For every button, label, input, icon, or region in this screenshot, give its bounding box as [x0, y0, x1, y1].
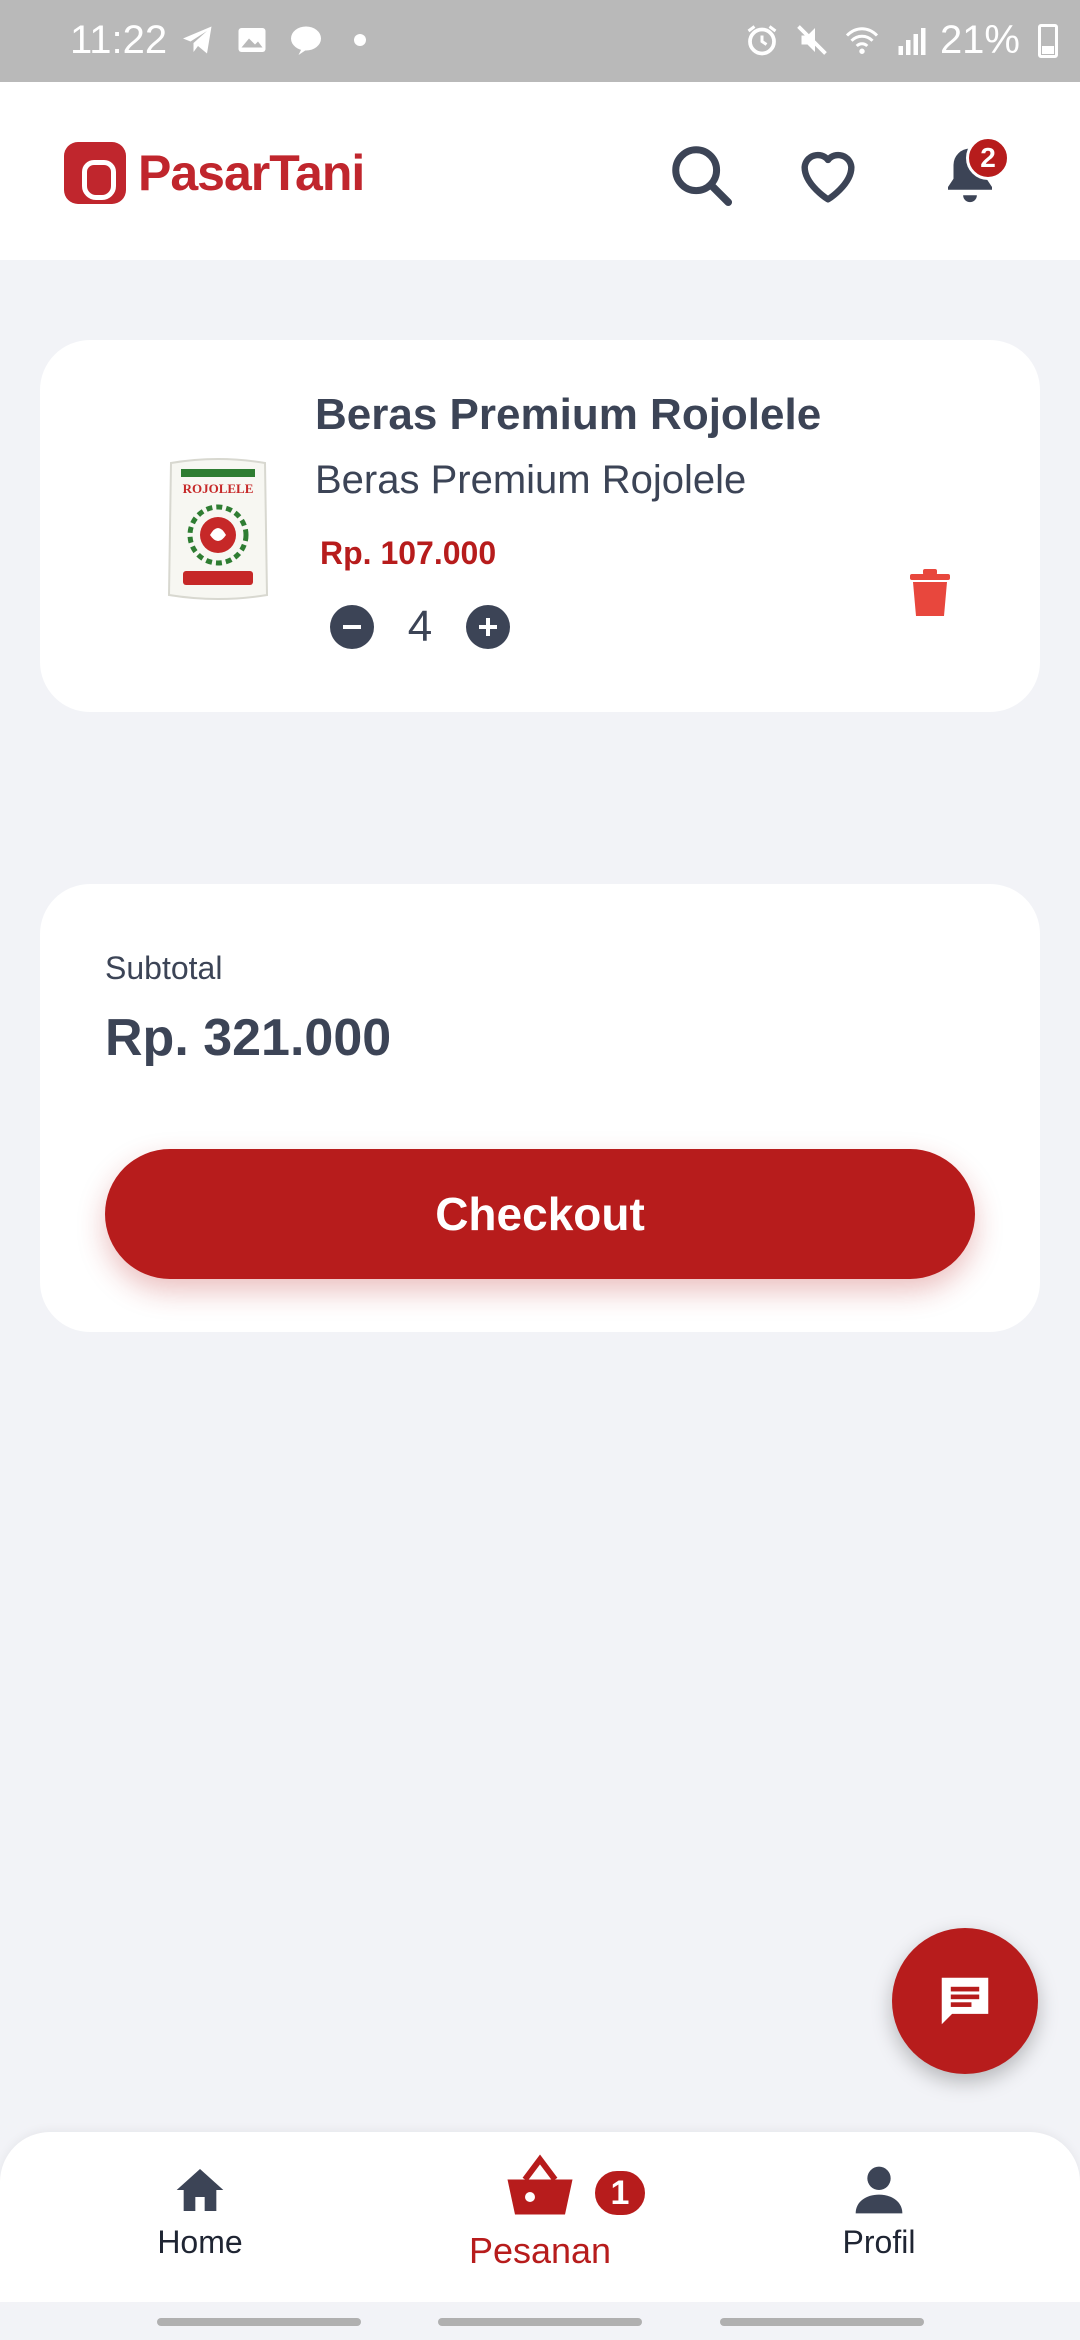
- nav-home-label: Home: [157, 2224, 243, 2260]
- status-left-icons: [180, 22, 378, 58]
- checkout-button[interactable]: Checkout: [105, 1149, 975, 1279]
- nav-home[interactable]: Home: [100, 2162, 300, 2261]
- cart-item-card: ROJOLELE Beras Premium Rojolele Beras Pr…: [40, 340, 1040, 712]
- nav-profil[interactable]: Profil: [779, 2162, 979, 2261]
- signal-icon: [898, 28, 926, 55]
- brand-name: PasarTani: [138, 145, 365, 201]
- alarm-icon: [747, 25, 777, 56]
- logo-mark-icon: [64, 142, 126, 204]
- pesanan-badge: 1: [592, 2168, 648, 2218]
- item-title[interactable]: Beras Premium Rojolele: [315, 390, 821, 440]
- basket-icon: [507, 2154, 573, 2215]
- status-time: 11:22: [70, 18, 168, 62]
- rice-bag-label: ROJOLELE: [183, 481, 254, 496]
- app-header: PasarTani 2: [0, 82, 1080, 260]
- item-price: Rp. 107.000: [320, 535, 497, 571]
- mute-icon: [797, 25, 827, 55]
- rice-bag-icon: ROJOLELE: [167, 458, 269, 600]
- notification-badge: 2: [966, 136, 1010, 180]
- trash-icon: [910, 569, 950, 616]
- brand-logo[interactable]: PasarTani: [64, 142, 365, 204]
- search-icon: [672, 146, 733, 207]
- chat-icon: [941, 1977, 989, 2025]
- status-bar: 11:22 21%: [0, 0, 1080, 82]
- gallery-icon: [238, 28, 266, 52]
- home-icon: [176, 2169, 224, 2211]
- plus-icon: [479, 618, 497, 636]
- bottom-navigation: Home 1 Pesanan Profil: [0, 2132, 1080, 2302]
- battery-percent: 21%: [939, 18, 1020, 62]
- nav-pesanan[interactable]: 1 Pesanan: [440, 2154, 648, 2272]
- quantity-stepper: 4: [330, 602, 510, 652]
- product-image[interactable]: ROJOLELE: [128, 450, 308, 610]
- person-icon: [855, 2166, 903, 2214]
- status-right-icons: [744, 22, 930, 58]
- item-subtitle: Beras Premium Rojolele: [315, 458, 747, 502]
- gesture-handle-right[interactable]: [720, 2318, 924, 2326]
- wishlist-button[interactable]: [786, 134, 870, 218]
- increase-quantity-button[interactable]: [466, 605, 510, 649]
- subtotal-label: Subtotal: [105, 950, 223, 986]
- nav-pesanan-label: Pesanan: [468, 2230, 612, 2271]
- wifi-icon: [845, 27, 879, 54]
- heart-icon: [801, 151, 855, 203]
- gesture-handle-center[interactable]: [438, 2318, 642, 2326]
- minus-icon: [343, 625, 361, 629]
- telegram-icon: [183, 26, 212, 54]
- remove-item-button[interactable]: [908, 568, 952, 618]
- chat-button[interactable]: [892, 1928, 1038, 2074]
- dot-icon: [354, 34, 366, 46]
- search-button[interactable]: [660, 134, 744, 218]
- nav-profil-label: Profil: [842, 2224, 916, 2260]
- gesture-handle-left[interactable]: [157, 2318, 361, 2326]
- subtotal-value: Rp. 321.000: [105, 1009, 392, 1067]
- summary-card: Subtotal Rp. 321.000 Checkout: [40, 884, 1040, 1332]
- quantity-value: 4: [407, 602, 433, 651]
- notification-button[interactable]: 2: [928, 134, 1012, 218]
- line-icon: [291, 26, 321, 55]
- battery-icon: [1038, 24, 1058, 58]
- decrease-quantity-button[interactable]: [330, 605, 374, 649]
- gesture-bar: [0, 2302, 1080, 2340]
